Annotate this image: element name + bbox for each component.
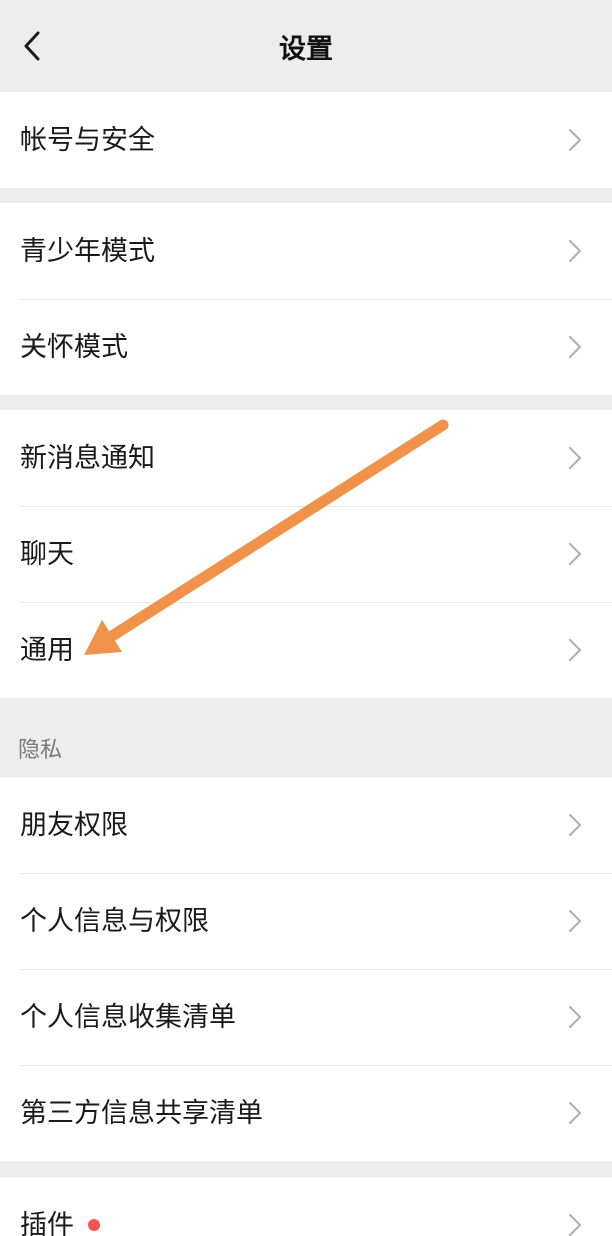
settings-group-privacy: 朋友权限 个人信息与权限 个人信息收集清单 第三方信息共享清单 bbox=[0, 777, 612, 1161]
settings-group-plugins: 插件 bbox=[0, 1177, 612, 1236]
row-new-message-notification[interactable]: 新消息通知 bbox=[0, 410, 612, 506]
row-label: 新消息通知 bbox=[20, 442, 155, 474]
chevron-right-icon bbox=[568, 1101, 582, 1125]
chevron-right-icon bbox=[568, 446, 582, 470]
row-label: 个人信息收集清单 bbox=[20, 1001, 236, 1033]
settings-group-general: 新消息通知 聊天 通用 bbox=[0, 410, 612, 698]
row-label: 朋友权限 bbox=[20, 809, 128, 841]
chevron-left-icon bbox=[24, 31, 40, 61]
chevron-right-icon bbox=[568, 638, 582, 662]
back-button[interactable] bbox=[0, 0, 64, 92]
row-label: 青少年模式 bbox=[20, 235, 155, 267]
row-third-party-sharing-list[interactable]: 第三方信息共享清单 bbox=[0, 1065, 612, 1161]
section-label-privacy: 隐私 bbox=[18, 738, 63, 763]
row-label: 通用 bbox=[20, 634, 74, 666]
chevron-right-icon bbox=[568, 239, 582, 263]
settings-group-modes: 青少年模式 关怀模式 bbox=[0, 203, 612, 395]
chevron-right-icon bbox=[568, 542, 582, 566]
row-general[interactable]: 通用 bbox=[0, 602, 612, 698]
row-label: 帐号与安全 bbox=[20, 124, 155, 156]
row-label: 第三方信息共享清单 bbox=[20, 1097, 263, 1129]
nav-bar: 设置 bbox=[0, 0, 612, 92]
notification-dot bbox=[88, 1219, 100, 1231]
row-chat[interactable]: 聊天 bbox=[0, 506, 612, 602]
row-friend-permissions[interactable]: 朋友权限 bbox=[0, 777, 612, 873]
row-care-mode[interactable]: 关怀模式 bbox=[0, 299, 612, 395]
chevron-right-icon bbox=[568, 813, 582, 837]
row-plugins[interactable]: 插件 bbox=[0, 1177, 612, 1236]
chevron-right-icon bbox=[568, 1005, 582, 1029]
chevron-right-icon bbox=[568, 128, 582, 152]
row-teen-mode[interactable]: 青少年模式 bbox=[0, 203, 612, 299]
row-label: 聊天 bbox=[20, 538, 74, 570]
chevron-right-icon bbox=[568, 909, 582, 933]
row-account-security[interactable]: 帐号与安全 bbox=[0, 92, 612, 188]
row-label: 个人信息与权限 bbox=[20, 905, 209, 937]
chevron-right-icon bbox=[568, 335, 582, 359]
row-label: 关怀模式 bbox=[20, 331, 128, 363]
chevron-right-icon bbox=[568, 1213, 582, 1236]
settings-group-account: 帐号与安全 bbox=[0, 92, 612, 188]
row-personal-info-collection-list[interactable]: 个人信息收集清单 bbox=[0, 969, 612, 1065]
row-label: 插件 bbox=[20, 1209, 74, 1236]
page-title: 设置 bbox=[279, 34, 333, 65]
row-personal-info-permissions[interactable]: 个人信息与权限 bbox=[0, 873, 612, 969]
